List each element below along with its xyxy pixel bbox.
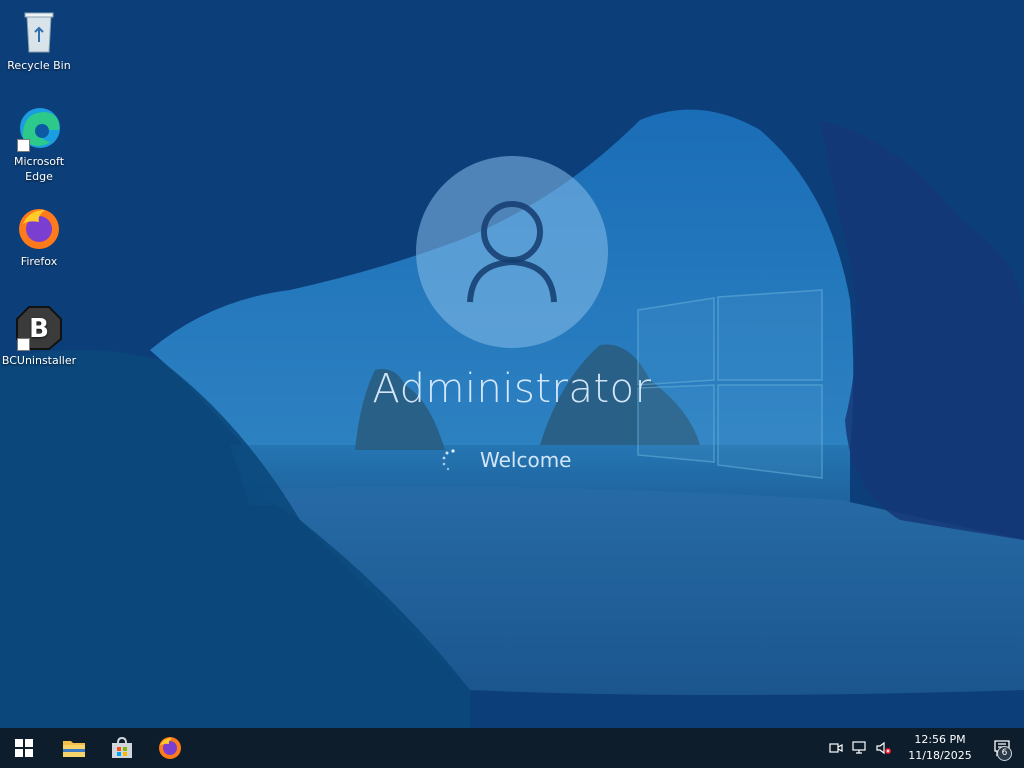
edge-icon [15, 104, 63, 152]
bcuninstaller-label: BCUninstaller [1, 354, 77, 367]
folder-icon [63, 741, 85, 757]
tray-volume[interactable] [872, 728, 896, 768]
firefox-icon [159, 737, 181, 759]
desktop-icon-firefox[interactable]: Firefox [1, 204, 77, 269]
tray-network[interactable] [848, 728, 872, 768]
wallpaper [0, 0, 1024, 728]
recycle-bin-icon [15, 8, 63, 56]
firefox-label: Firefox [20, 255, 58, 268]
login-status: Welcome [440, 446, 571, 474]
svg-text:B: B [29, 314, 49, 344]
taskbar-file-explorer[interactable] [50, 728, 98, 768]
desktop-icon-recycle-bin[interactable]: Recycle Bin [1, 8, 77, 73]
loading-spinner-icon [442, 449, 455, 471]
shortcut-arrow-icon [17, 139, 30, 152]
desktop-icon-bcuninstaller[interactable]: B BCUninstaller [1, 303, 77, 368]
user-avatar [416, 156, 608, 348]
taskbar-microsoft-store[interactable] [98, 728, 146, 768]
firefox-icon [15, 204, 63, 252]
taskbar: 12:56 PM 11/18/2025 6 [0, 728, 1024, 768]
login-status-text: Welcome [480, 448, 572, 472]
volume-muted-icon [876, 741, 891, 755]
taskbar-firefox[interactable] [146, 728, 194, 768]
action-center-button[interactable]: 6 [980, 728, 1024, 768]
user-avatar-icon [467, 201, 557, 303]
network-icon [852, 741, 866, 754]
shortcut-arrow-icon [17, 338, 30, 351]
start-button[interactable] [0, 728, 48, 768]
recycle-bin-label: Recycle Bin [7, 59, 71, 72]
bcuninstaller-icon: B [15, 303, 63, 351]
meet-now-icon [829, 743, 843, 753]
clock-date: 11/18/2025 [908, 749, 972, 762]
taskbar-clock[interactable]: 12:56 PM 11/18/2025 [900, 732, 980, 764]
microsoft-edge-label: Microsoft Edge [13, 155, 65, 183]
desktop-icon-microsoft-edge[interactable]: Microsoft Edge [1, 104, 77, 184]
desktop-screen: Recycle Bin Microsoft Edge Firefox B BCU… [0, 0, 1024, 768]
windows-start-icon [15, 739, 33, 757]
store-icon [112, 736, 132, 758]
login-username: Administrator [372, 366, 652, 412]
system-tray: 12:56 PM 11/18/2025 6 [824, 728, 1024, 768]
clock-time: 12:56 PM [914, 733, 966, 746]
tray-meet-now[interactable] [824, 728, 848, 768]
notification-count-badge: 6 [997, 746, 1012, 761]
